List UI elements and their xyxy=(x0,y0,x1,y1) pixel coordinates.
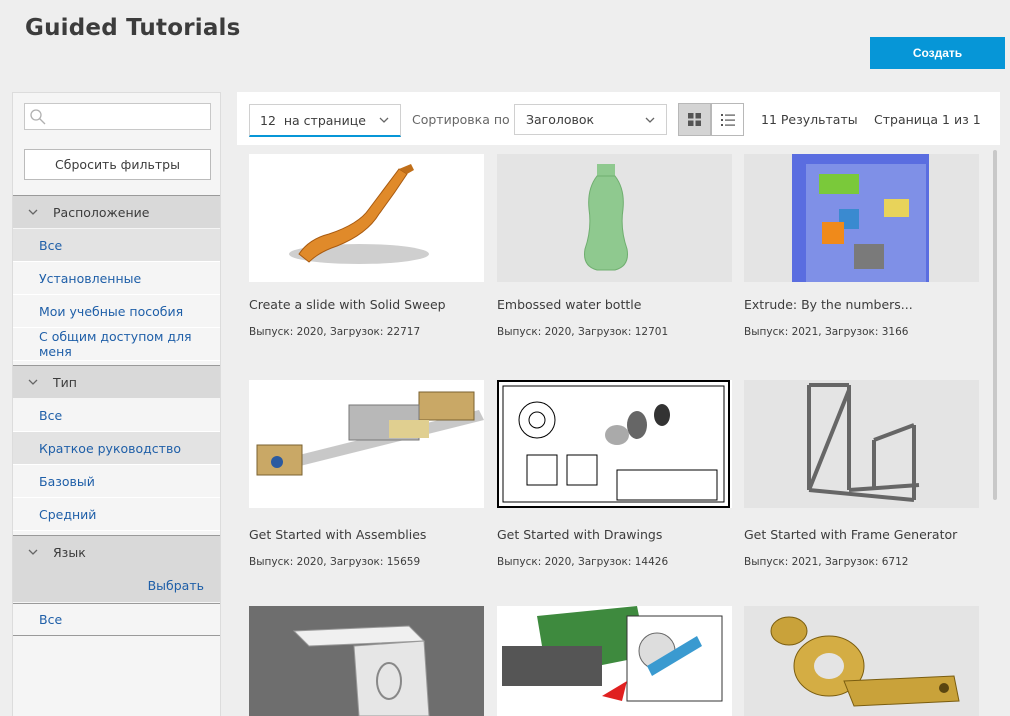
tutorial-card[interactable]: Embossed water bottle Выпуск: 2020, Загр… xyxy=(497,154,732,338)
filter-type-all[interactable]: Все xyxy=(13,399,220,432)
chevron-down-icon xyxy=(13,378,53,386)
sort-select[interactable]: Заголовок xyxy=(514,104,667,135)
list-icon xyxy=(720,113,735,126)
search-input[interactable] xyxy=(24,103,211,130)
bottle-thumbnail xyxy=(497,154,732,282)
tutorial-card[interactable]: Get Started with Drawings Выпуск: 2020, … xyxy=(497,380,732,568)
card-meta: Выпуск: 2020, Загрузок: 15659 xyxy=(249,556,421,568)
filter-type-quickstart[interactable]: Краткое руководство xyxy=(13,432,220,465)
bracket-thumbnail xyxy=(744,606,979,716)
filter-type-basic[interactable]: Базовый xyxy=(13,465,220,498)
machine-thumbnail xyxy=(497,606,732,716)
per-page-select[interactable]: 12 на странице xyxy=(249,104,401,137)
card-title: Get Started with Assemblies xyxy=(249,527,427,542)
section-language-label: Язык xyxy=(53,544,86,560)
section-location-label: Расположение xyxy=(53,204,150,220)
card-meta: Выпуск: 2020, Загрузок: 22717 xyxy=(249,326,421,338)
section-type-label: Тип xyxy=(53,374,77,390)
filter-location-all[interactable]: Все xyxy=(13,229,220,262)
search-icon xyxy=(30,109,46,125)
scrollbar[interactable] xyxy=(993,150,997,500)
page-indicator: Страница 1 из 1 xyxy=(874,112,981,127)
create-button[interactable]: Создать xyxy=(870,37,1005,69)
chevron-down-icon xyxy=(645,117,655,123)
card-meta: Выпуск: 2021, Загрузок: 3166 xyxy=(744,326,909,338)
section-type-header[interactable]: Тип xyxy=(13,365,220,398)
results-count: 11 Результаты xyxy=(761,112,858,127)
tutorial-card[interactable] xyxy=(249,606,484,716)
per-page-value: 12 на странице xyxy=(260,112,366,128)
filter-location-my-tutorials[interactable]: Мои учебные пособия xyxy=(13,295,220,328)
chevron-down-icon xyxy=(13,208,53,216)
filter-language-all[interactable]: Все xyxy=(13,603,220,636)
sort-label: Сортировка по xyxy=(412,112,510,127)
card-title: Get Started with Frame Generator xyxy=(744,527,958,542)
section-language-header[interactable]: Язык xyxy=(13,535,220,568)
drawing-thumbnail xyxy=(497,380,732,508)
page-title: Guided Tutorials xyxy=(25,15,241,41)
tutorial-card[interactable]: Get Started with Frame Generator Выпуск:… xyxy=(744,380,979,568)
tutorial-card[interactable] xyxy=(744,606,979,716)
results-toolbar: 12 на странице Сортировка по Заголовок 1… xyxy=(237,92,1000,145)
divider xyxy=(13,635,220,636)
choose-language-link[interactable]: Выбрать xyxy=(148,578,204,593)
list-view-button[interactable] xyxy=(711,103,744,136)
filter-location-shared[interactable]: С общим доступом для меня xyxy=(13,328,220,361)
frame-thumbnail xyxy=(744,380,979,508)
card-title: Extrude: By the numbers... xyxy=(744,297,913,312)
card-title: Get Started with Drawings xyxy=(497,527,663,542)
tutorial-card[interactable]: Extrude: By the numbers... Выпуск: 2021,… xyxy=(744,154,979,338)
slide-thumbnail xyxy=(249,154,484,282)
tutorial-card[interactable] xyxy=(497,606,732,716)
sort-value: Заголовок xyxy=(526,112,595,127)
tutorial-card[interactable]: Get Started with Assemblies Выпуск: 2020… xyxy=(249,380,484,568)
chevron-down-icon xyxy=(379,117,389,123)
language-choose-row: Выбрать xyxy=(13,568,220,602)
grid-view-button[interactable] xyxy=(678,103,711,136)
card-meta: Выпуск: 2020, Загрузок: 12701 xyxy=(497,326,669,338)
tutorial-card[interactable]: Create a slide with Solid Sweep Выпуск: … xyxy=(249,154,484,338)
filter-type-intermediate[interactable]: Средний xyxy=(13,498,220,531)
grid-icon xyxy=(688,113,701,126)
assembly-thumbnail xyxy=(249,380,484,508)
sheetmetal-thumbnail xyxy=(249,606,484,716)
chevron-down-icon xyxy=(13,548,53,556)
card-title: Embossed water bottle xyxy=(497,297,642,312)
filter-location-installed[interactable]: Установленные xyxy=(13,262,220,295)
numbers-thumbnail xyxy=(744,154,979,282)
page: Guided Tutorials Создать Сбросить фильтр… xyxy=(0,0,1010,716)
card-title: Create a slide with Solid Sweep xyxy=(249,297,446,312)
card-meta: Выпуск: 2020, Загрузок: 14426 xyxy=(497,556,669,568)
filter-sidebar: Сбросить фильтры Расположение Все Устано… xyxy=(12,92,221,716)
reset-filters-button[interactable]: Сбросить фильтры xyxy=(24,149,211,180)
section-location-header[interactable]: Расположение xyxy=(13,195,220,228)
card-meta: Выпуск: 2021, Загрузок: 6712 xyxy=(744,556,909,568)
